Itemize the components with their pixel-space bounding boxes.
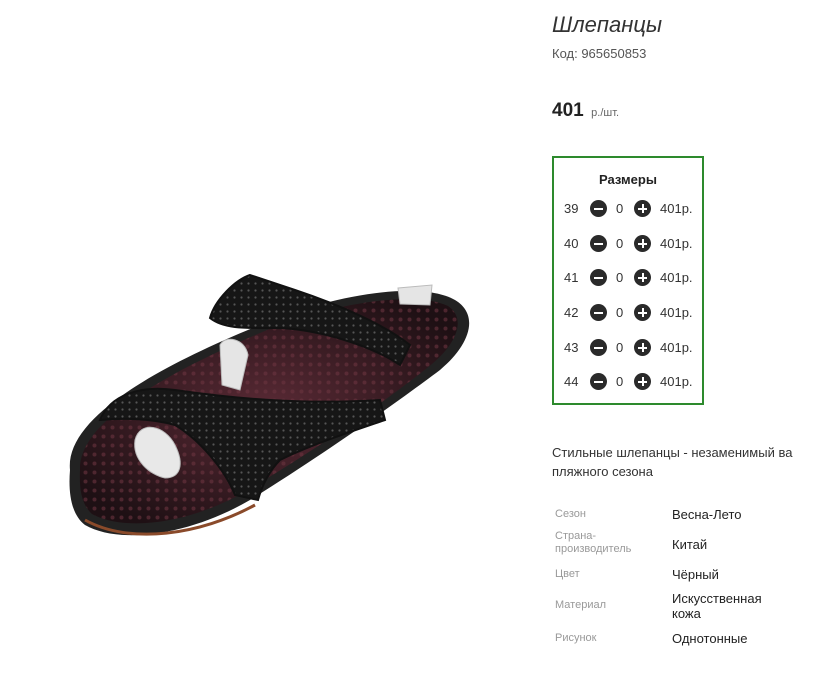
size-label: 42 <box>564 305 579 320</box>
sizes-title: Размеры <box>599 172 657 187</box>
attribute-label: Рисунок <box>555 632 597 644</box>
size-row: 44 0 401р. <box>554 371 702 393</box>
attribute-value: Искусственная кожа <box>672 591 762 621</box>
attribute-value: Однотонные <box>672 631 748 646</box>
size-row: 41 0 401р. <box>554 267 702 289</box>
size-price: 401р. <box>660 236 693 251</box>
increase-quantity-button[interactable] <box>634 304 651 321</box>
size-row: 43 0 401р. <box>554 337 702 359</box>
size-price: 401р. <box>660 374 693 389</box>
size-price: 401р. <box>660 201 693 216</box>
quantity-value: 0 <box>616 201 624 216</box>
quantity-value: 0 <box>616 236 624 251</box>
size-row: 39 0 401р. <box>554 198 702 220</box>
size-row: 42 0 401р. <box>554 302 702 324</box>
increase-quantity-button[interactable] <box>634 339 651 356</box>
product-description: Стильные шлепанцы - незаменимый ва пляжн… <box>552 443 817 481</box>
decrease-quantity-button[interactable] <box>590 373 607 390</box>
minus-icon <box>594 207 603 210</box>
attribute-label: Цвет <box>555 568 580 580</box>
size-price: 401р. <box>660 270 693 285</box>
minus-icon <box>594 311 603 314</box>
decrease-quantity-button[interactable] <box>590 304 607 321</box>
increase-quantity-button[interactable] <box>634 373 651 390</box>
increase-quantity-button[interactable] <box>634 200 651 217</box>
quantity-value: 0 <box>616 374 624 389</box>
increase-quantity-button[interactable] <box>634 235 651 252</box>
increase-quantity-button[interactable] <box>634 269 651 286</box>
minus-icon <box>594 242 603 245</box>
quantity-value: 0 <box>616 340 624 355</box>
attribute-value: Весна-Лето <box>672 507 742 522</box>
size-label: 40 <box>564 236 579 251</box>
product-title: Шлепанцы <box>552 12 663 37</box>
decrease-quantity-button[interactable] <box>590 200 607 217</box>
quantity-value: 0 <box>616 305 624 320</box>
price-value: 401 <box>552 100 584 121</box>
size-label: 43 <box>564 340 579 355</box>
description-line: Стильные шлепанцы - незаменимый ва <box>552 445 793 460</box>
decrease-quantity-button[interactable] <box>590 339 607 356</box>
attribute-value: Чёрный <box>672 567 719 582</box>
product-price: 401 р./шт. <box>552 100 619 122</box>
attribute-label: Страна- производитель <box>555 530 632 555</box>
decrease-quantity-button[interactable] <box>590 269 607 286</box>
size-price: 401р. <box>660 340 693 355</box>
size-price: 401р. <box>660 305 693 320</box>
description-line: пляжного сезона <box>552 464 653 479</box>
product-image[interactable] <box>0 0 530 673</box>
size-label: 39 <box>564 201 579 216</box>
size-row: 40 0 401р. <box>554 233 702 255</box>
minus-icon <box>594 346 603 349</box>
attribute-label: Материал <box>555 599 606 611</box>
sandal-image <box>69 273 470 536</box>
size-label: 44 <box>564 374 579 389</box>
quantity-value: 0 <box>616 270 624 285</box>
decrease-quantity-button[interactable] <box>590 235 607 252</box>
size-label: 41 <box>564 270 579 285</box>
product-code: Код: 965650853 <box>552 46 647 61</box>
attribute-label: Сезон <box>555 508 586 520</box>
price-unit: р./шт. <box>591 107 620 119</box>
attribute-value: Китай <box>672 537 708 552</box>
sizes-panel: Размеры 39 0 401р. 40 0 401р. 41 0 401р.… <box>552 156 704 405</box>
minus-icon <box>594 380 603 383</box>
minus-icon <box>594 276 603 279</box>
